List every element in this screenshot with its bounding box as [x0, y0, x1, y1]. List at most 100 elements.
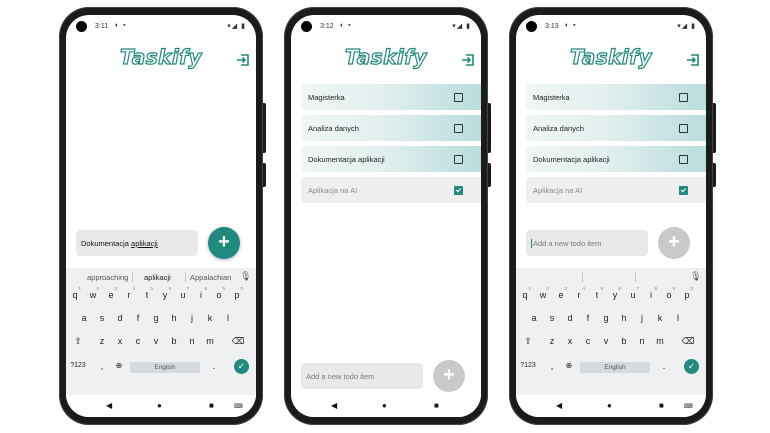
key-t[interactable]: t5: [139, 286, 155, 300]
suggestion-2[interactable]: aplikacji: [144, 273, 171, 282]
back-icon[interactable]: ◀: [331, 401, 337, 410]
symbols-key[interactable]: ?123: [518, 362, 538, 369]
new-todo-input[interactable]: Add a new todo item: [526, 230, 648, 256]
backspace-icon[interactable]: ⌫: [680, 336, 696, 347]
todo-item[interactable]: Dokumentacja aplikacji: [526, 146, 706, 172]
key-d[interactable]: d: [562, 313, 578, 323]
key-f[interactable]: f: [130, 313, 146, 323]
globe-icon[interactable]: ⊕: [111, 361, 127, 370]
key-g[interactable]: g: [148, 313, 164, 323]
key-s[interactable]: s: [94, 313, 110, 323]
todo-checkbox[interactable]: [454, 124, 463, 133]
key-c[interactable]: c: [580, 336, 596, 346]
recents-icon[interactable]: ■: [659, 401, 664, 410]
key-period[interactable]: .: [206, 361, 222, 371]
key-l[interactable]: l: [220, 313, 236, 323]
todo-item[interactable]: Magisterka: [526, 84, 706, 110]
home-icon[interactable]: ●: [607, 401, 612, 410]
key-a[interactable]: a: [76, 313, 92, 323]
back-icon[interactable]: ◀: [106, 401, 112, 410]
add-todo-button[interactable]: +: [208, 227, 240, 259]
add-todo-button[interactable]: +: [658, 227, 690, 259]
key-period[interactable]: .: [656, 361, 672, 371]
key-c[interactable]: c: [130, 336, 146, 346]
key-w[interactable]: w2: [85, 286, 101, 300]
keyboard-switch-icon[interactable]: ⌨: [234, 403, 243, 410]
todo-item[interactable]: Analiza danych: [301, 115, 481, 141]
recents-icon[interactable]: ■: [209, 401, 214, 410]
space-key[interactable]: English: [580, 362, 650, 373]
key-j[interactable]: j: [634, 313, 650, 323]
key-b[interactable]: b: [616, 336, 632, 346]
key-y[interactable]: y6: [157, 286, 173, 300]
key-w[interactable]: w2: [535, 286, 551, 300]
home-icon[interactable]: ●: [382, 401, 387, 410]
todo-item[interactable]: Magisterka: [301, 84, 481, 110]
symbols-key[interactable]: ?123: [68, 362, 88, 369]
microphone-icon[interactable]: 🎙: [240, 271, 251, 282]
key-d[interactable]: d: [112, 313, 128, 323]
home-icon[interactable]: ●: [157, 401, 162, 410]
key-o[interactable]: o9: [661, 286, 677, 300]
todo-checkbox[interactable]: [679, 124, 688, 133]
key-q[interactable]: q1: [517, 286, 533, 300]
key-i[interactable]: i8: [643, 286, 659, 300]
todo-checkbox-checked[interactable]: [679, 186, 688, 195]
key-g[interactable]: g: [598, 313, 614, 323]
todo-item-completed[interactable]: Aplikacja na AI: [526, 177, 706, 203]
back-icon[interactable]: ◀: [556, 401, 562, 410]
key-comma[interactable]: ,: [544, 361, 560, 371]
suggestion-3[interactable]: Appalachian: [190, 273, 231, 282]
keyboard-switch-icon[interactable]: ⌨: [684, 403, 693, 410]
add-todo-button[interactable]: +: [433, 360, 465, 392]
key-i[interactable]: i8: [193, 286, 209, 300]
key-x[interactable]: x: [112, 336, 128, 346]
key-h[interactable]: h: [616, 313, 632, 323]
key-comma[interactable]: ,: [94, 361, 110, 371]
key-f[interactable]: f: [580, 313, 596, 323]
todo-item[interactable]: Dokumentacja aplikacji: [301, 146, 481, 172]
new-todo-input[interactable]: Dokumentacja aplikacji: [76, 230, 198, 256]
key-k[interactable]: k: [202, 313, 218, 323]
key-u[interactable]: u7: [175, 286, 191, 300]
suggestion-1[interactable]: approaching: [87, 273, 128, 282]
key-r[interactable]: r4: [571, 286, 587, 300]
recents-icon[interactable]: ■: [434, 401, 439, 410]
key-a[interactable]: a: [526, 313, 542, 323]
key-q[interactable]: q1: [67, 286, 83, 300]
key-p[interactable]: p0: [229, 286, 245, 300]
key-l[interactable]: l: [670, 313, 686, 323]
key-h[interactable]: h: [166, 313, 182, 323]
key-s[interactable]: s: [544, 313, 560, 323]
key-z[interactable]: z: [544, 336, 560, 346]
shift-icon[interactable]: ⇧: [520, 336, 536, 347]
key-n[interactable]: n: [634, 336, 650, 346]
key-v[interactable]: v: [148, 336, 164, 346]
todo-checkbox-checked[interactable]: [454, 186, 463, 195]
key-m[interactable]: m: [652, 336, 668, 346]
logout-icon[interactable]: [236, 53, 250, 67]
key-n[interactable]: n: [184, 336, 200, 346]
key-u[interactable]: u7: [625, 286, 641, 300]
key-v[interactable]: v: [598, 336, 614, 346]
space-key[interactable]: English: [130, 362, 200, 373]
todo-checkbox[interactable]: [454, 155, 463, 164]
logout-icon[interactable]: [461, 53, 475, 67]
todo-checkbox[interactable]: [679, 155, 688, 164]
key-e[interactable]: e3: [103, 286, 119, 300]
shift-icon[interactable]: ⇧: [70, 336, 86, 347]
key-e[interactable]: e3: [553, 286, 569, 300]
todo-item[interactable]: Analiza danych: [526, 115, 706, 141]
new-todo-input[interactable]: Add a new todo item: [301, 363, 423, 389]
backspace-icon[interactable]: ⌫: [230, 336, 246, 347]
key-x[interactable]: x: [562, 336, 578, 346]
key-p[interactable]: p0: [679, 286, 695, 300]
todo-checkbox[interactable]: [454, 93, 463, 102]
key-j[interactable]: j: [184, 313, 200, 323]
key-t[interactable]: t5: [589, 286, 605, 300]
todo-item-completed[interactable]: Aplikacja na AI: [301, 177, 481, 203]
key-y[interactable]: y6: [607, 286, 623, 300]
key-o[interactable]: o9: [211, 286, 227, 300]
microphone-icon[interactable]: 🎙: [690, 271, 701, 282]
globe-icon[interactable]: ⊕: [561, 361, 577, 370]
